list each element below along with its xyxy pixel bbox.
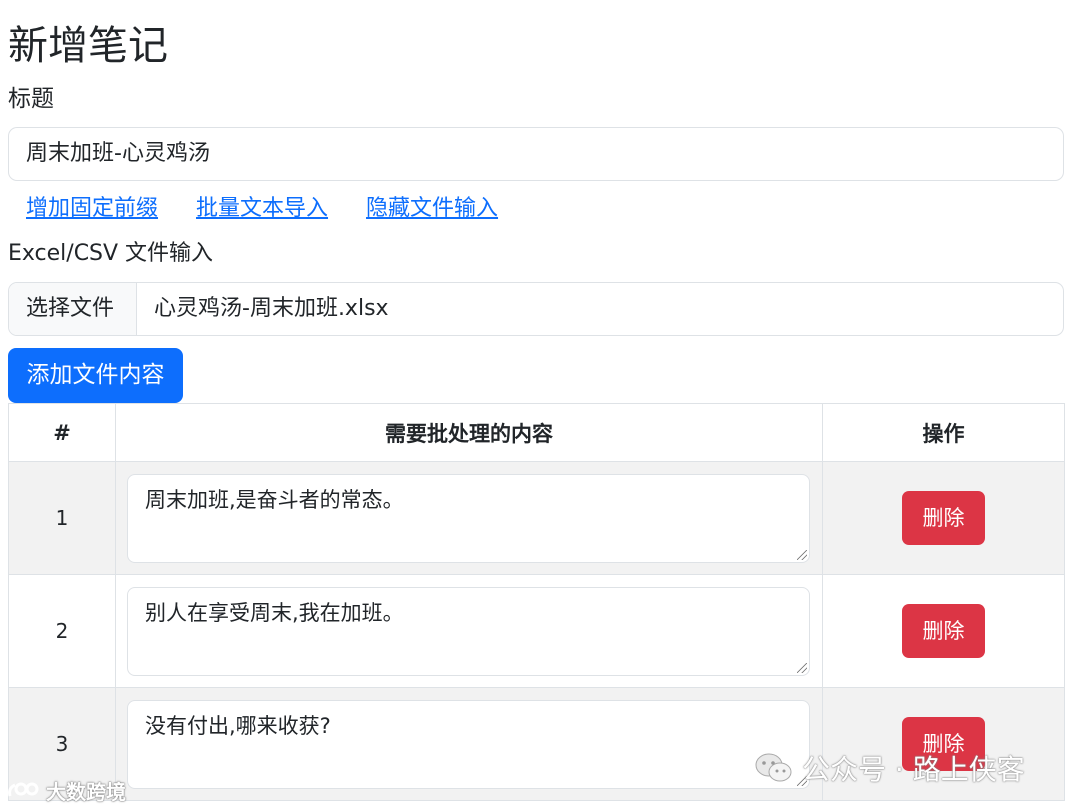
row-content-cell: 没有付出,哪来收获? xyxy=(115,687,823,801)
file-input-label: Excel/CSV 文件输入 xyxy=(8,241,214,266)
wechat-icon xyxy=(755,753,792,782)
column-header-content: 需要批处理的内容 xyxy=(115,403,823,462)
table-row: 2 别人在享受周末,我在加班。 删除 xyxy=(8,574,1065,688)
selected-file-name: 心灵鸡汤-周末加班.xlsx xyxy=(154,296,389,321)
column-header-action: 操作 xyxy=(822,403,1065,462)
content-text: 没有付出,哪来收获? xyxy=(145,713,331,738)
brand-logo-icon xyxy=(8,782,39,796)
column-header-index: # xyxy=(8,403,116,462)
content-textarea[interactable]: 别人在享受周末,我在加班。 xyxy=(127,586,810,676)
table-row: 1 周末加班,是奋斗者的常态。 删除 xyxy=(8,461,1065,575)
option-links: 增加固定前缀 批量文本导入 隐藏文件输入 xyxy=(26,193,498,225)
delete-button[interactable]: 删除 xyxy=(902,491,985,545)
delete-button[interactable]: 删除 xyxy=(902,604,985,658)
page-title: 新增笔记 xyxy=(8,23,168,69)
batch-import-link[interactable]: 批量文本导入 xyxy=(196,193,328,225)
batch-content-table: # 需要批处理的内容 操作 1 周末加班,是奋斗者的常态。 删除 2 别人在享受… xyxy=(8,403,1065,801)
row-content-cell: 周末加班,是奋斗者的常态。 xyxy=(115,461,823,575)
row-content-cell: 别人在享受周末,我在加班。 xyxy=(115,574,823,688)
row-index: 1 xyxy=(8,461,116,575)
title-input[interactable]: 周末加班-心灵鸡汤 xyxy=(8,127,1064,181)
watermark-right-text: 公众号 · 路上侠客 xyxy=(802,753,1025,786)
content-textarea[interactable]: 没有付出,哪来收获? xyxy=(127,699,810,789)
add-prefix-link[interactable]: 增加固定前缀 xyxy=(26,193,158,225)
content-text: 别人在享受周末,我在加班。 xyxy=(145,600,404,625)
row-action-cell: 删除 xyxy=(822,461,1065,575)
row-index: 2 xyxy=(8,574,116,688)
hide-file-input-link[interactable]: 隐藏文件输入 xyxy=(366,193,498,225)
resize-handle-icon[interactable] xyxy=(797,549,807,560)
resize-handle-icon[interactable] xyxy=(797,662,807,673)
watermark-right: 公众号 · 路上侠客 xyxy=(754,748,1025,788)
table-header-row: # 需要批处理的内容 操作 xyxy=(8,403,1065,462)
add-file-content-button[interactable]: 添加文件内容 xyxy=(8,348,183,403)
watermark-left: 大数跨境 xyxy=(6,776,126,805)
file-input[interactable]: 选择文件 心灵鸡汤-周末加班.xlsx xyxy=(8,282,1064,336)
row-action-cell: 删除 xyxy=(822,574,1065,688)
content-textarea[interactable]: 周末加班,是奋斗者的常态。 xyxy=(127,473,810,563)
watermark-left-text: 大数跨境 xyxy=(46,780,126,804)
choose-file-button[interactable]: 选择文件 xyxy=(9,283,137,335)
title-label: 标题 xyxy=(8,86,54,112)
content-text: 周末加班,是奋斗者的常态。 xyxy=(145,487,404,512)
